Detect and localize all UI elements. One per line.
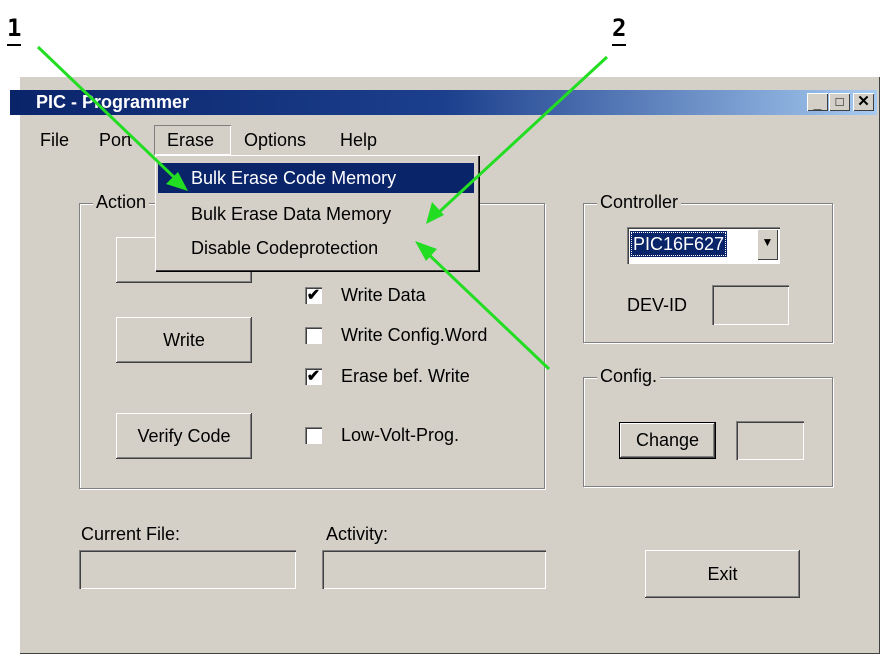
exit-button[interactable]: Exit <box>645 550 800 598</box>
chevron-down-icon: ▼ <box>761 235 774 249</box>
menu-help[interactable]: Help <box>340 127 377 153</box>
config-group-label: Config. <box>597 366 661 386</box>
controller-group <box>583 203 833 343</box>
write-config-label: Write Config.Word <box>341 325 488 345</box>
low-volt-prog-label: Low-Volt-Prog. <box>341 425 460 445</box>
activity-field <box>322 550 546 589</box>
menu-item-bulk-erase-code-memory[interactable]: Bulk Erase Code Memory <box>158 163 474 193</box>
minimize-icon: _ <box>813 95 822 111</box>
callout-2: 2 <box>612 14 627 46</box>
menu-options[interactable]: Options <box>244 127 306 153</box>
maximize-icon: □ <box>835 94 844 109</box>
erase-before-write-checkbox[interactable]: ✔ <box>305 368 322 385</box>
menu-item-bulk-erase-data-memory[interactable]: Bulk Erase Data Memory <box>158 199 474 229</box>
controller-group-label: Controller <box>597 192 682 212</box>
dev-id-field <box>712 285 789 325</box>
erase-before-write-label: Erase bef. Write <box>341 366 470 386</box>
menu-port[interactable]: Port <box>99 127 132 153</box>
change-config-button[interactable]: Change <box>619 422 716 459</box>
menu-item-disable-codeprotection[interactable]: Disable Codeprotection <box>158 233 474 263</box>
menu-file[interactable]: File <box>40 127 69 153</box>
write-data-checkbox[interactable]: ✔ <box>305 287 322 304</box>
check-icon: ✔ <box>306 287 321 304</box>
config-value-field <box>736 421 804 460</box>
activity-label: Activity: <box>326 524 389 544</box>
controller-dropdown-button[interactable]: ▼ <box>757 229 778 260</box>
close-button[interactable]: ✕ <box>853 93 874 111</box>
write-config-checkbox[interactable]: ✔ <box>305 327 322 344</box>
verify-code-button[interactable]: Verify Code <box>116 413 252 459</box>
write-button[interactable]: Write <box>116 317 252 363</box>
minimize-button[interactable]: _ <box>807 93 828 111</box>
check-icon: ✔ <box>306 368 321 385</box>
current-file-label: Current File: <box>81 524 181 544</box>
window-title: PIC - Programmer <box>36 92 190 112</box>
dev-id-label: DEV-ID <box>627 295 688 315</box>
action-group-label: Action <box>93 192 150 212</box>
close-icon: ✕ <box>857 93 870 110</box>
callout-1: 1 <box>7 14 22 46</box>
current-file-field <box>79 550 296 589</box>
maximize-button[interactable]: □ <box>829 93 850 111</box>
write-data-label: Write Data <box>341 285 426 305</box>
controller-select-value: PIC16F627 <box>630 231 728 257</box>
menu-erase[interactable]: Erase <box>167 127 214 153</box>
low-volt-prog-checkbox[interactable]: ✔ <box>305 427 322 444</box>
